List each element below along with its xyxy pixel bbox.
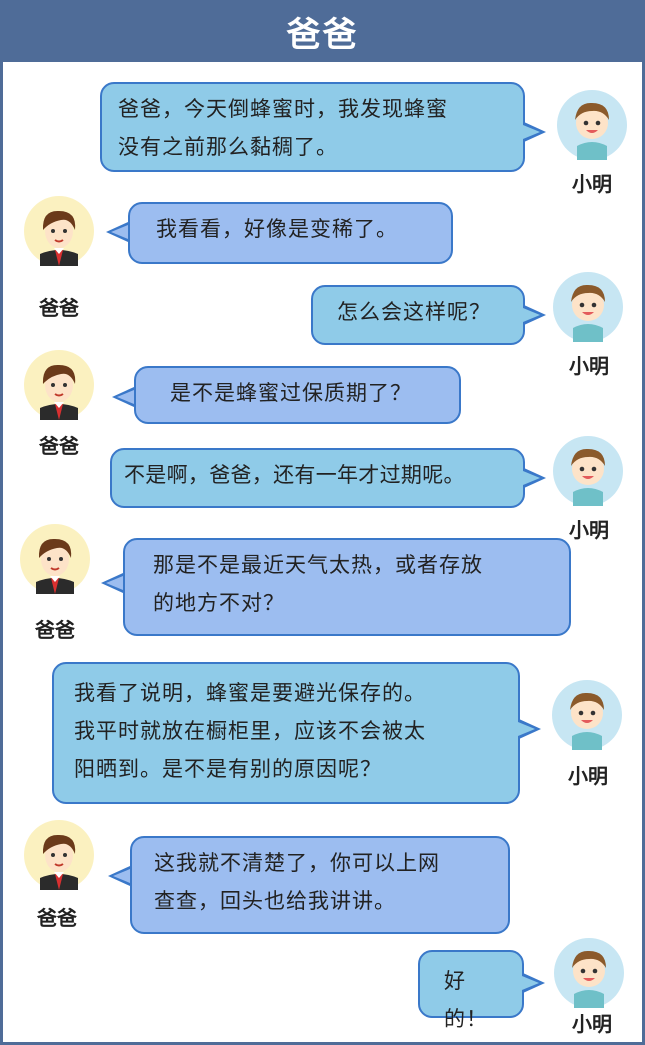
speaker-name-dad: 爸爸 [37,906,77,930]
message-bubble: 这我就不清楚了，你可以上网 查查，回头也给我讲讲。 [130,836,510,934]
kid-face-icon [571,448,605,506]
message-line: 我平时就放在橱柜里，应该不会被太 [74,719,426,743]
speaker-name-kid: 小明 [572,172,612,196]
avatar-dad [24,350,94,420]
kid-face-icon [570,692,604,750]
bubble-tail [106,222,128,242]
avatar-kid [557,90,627,160]
avatar-dad [24,196,94,266]
message-line: 我看了说明，蜂蜜是要避光保存的。 [74,681,426,705]
dad-face-icon [40,834,78,890]
message-line: 没有之前那么黏稠了。 [118,135,338,159]
speaker-name-dad: 爸爸 [39,296,79,320]
message-bubble: 我看了说明，蜂蜜是要避光保存的。 我平时就放在橱柜里，应该不会被太 阳晒到。是不… [52,662,520,804]
bubble-tail [101,573,123,593]
message-line: 查查，回头也给我讲讲。 [154,889,396,913]
bubble-tail [522,973,545,993]
avatar-dad [20,524,90,594]
bubble-tail [523,305,546,325]
message-bubble: 是不是蜂蜜过保质期了？ [134,366,461,424]
avatar-kid [552,680,622,750]
dad-face-icon [40,364,78,420]
kid-face-icon [571,284,605,342]
message-bubble: 不是啊，爸爸，还有一年才过期呢。 [110,448,525,508]
speaker-name-kid: 小明 [568,764,608,788]
message-line: 我看看，好像是变稀了。 [156,217,398,241]
avatar-dad [24,820,94,890]
speaker-name-dad: 爸爸 [35,618,75,642]
bubble-tail [112,387,134,407]
bubble-tail [518,719,541,739]
bubble-tail [108,866,130,886]
message-line: 怎么会这样呢？ [337,300,491,324]
avatar-kid [553,272,623,342]
message-line: 不是啊，爸爸，还有一年才过期呢。 [124,463,465,487]
message-line: 好的！ [444,969,488,1031]
message-line: 是不是蜂蜜过保质期了？ [170,381,412,405]
avatar-kid [554,938,624,1008]
message-line: 爸爸，今天倒蜂蜜时，我发现蜂蜜 [118,97,448,121]
message-bubble: 爸爸，今天倒蜂蜜时，我发现蜂蜜 没有之前那么黏稠了。 [100,82,525,172]
message-line: 那是不是最近天气太热，或者存放 [153,553,483,577]
kid-face-icon [575,102,609,160]
message-bubble: 好的！ [418,950,524,1031]
avatar-kid [553,436,623,506]
kid-face-icon [572,950,606,1008]
speaker-name-kid: 小明 [572,1012,612,1036]
message-line: 的地方不对？ [153,591,285,615]
message-bubble: 怎么会这样呢？ [311,285,525,345]
message-bubble: 我看看，好像是变稀了。 [128,202,453,264]
page-title: 爸爸 [0,0,645,62]
message-bubble: 那是不是最近天气太热，或者存放 的地方不对？ [123,538,571,636]
speaker-name-kid: 小明 [569,354,609,378]
dad-face-icon [36,538,74,594]
bubble-tail [523,468,546,488]
dad-face-icon [40,210,78,266]
message-line: 阳晒到。是不是有别的原因呢？ [74,757,382,781]
bubble-tail [523,122,546,142]
speaker-name-dad: 爸爸 [39,434,79,458]
message-line: 这我就不清楚了，你可以上网 [154,851,440,875]
